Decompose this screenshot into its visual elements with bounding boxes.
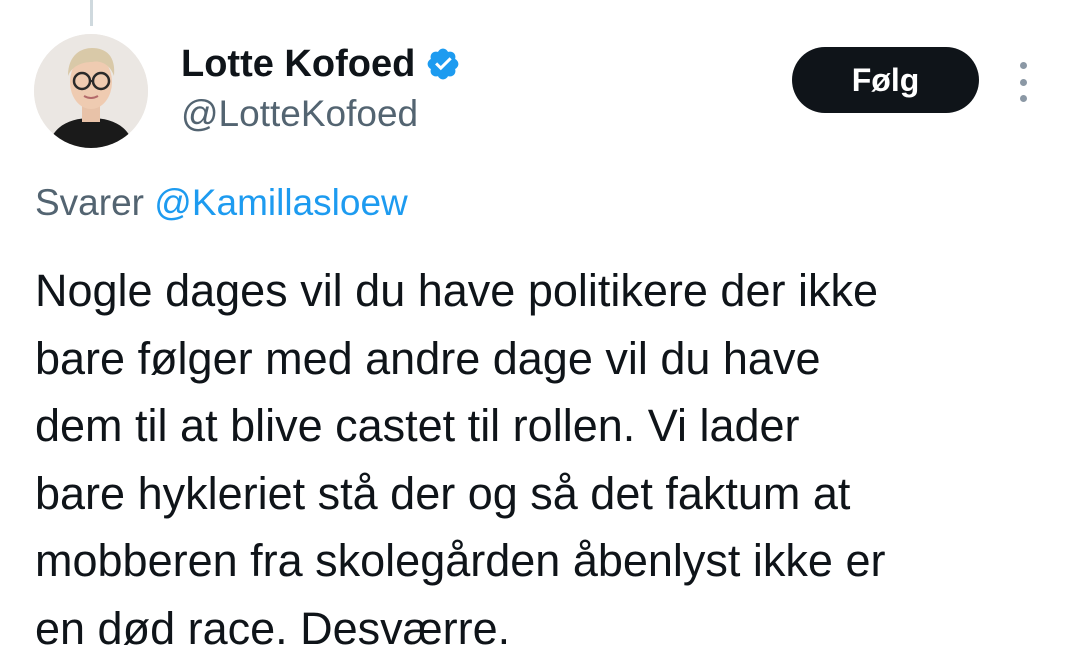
tweet-text-line: dem til at blive castet til rollen. Vi l… <box>35 400 800 451</box>
more-dot <box>1019 78 1027 86</box>
more-options-icon[interactable] <box>1008 62 1038 102</box>
replying-to-mention-link[interactable]: @Kamillasloew <box>154 182 407 223</box>
tweet-text-line: Nogle dages vil du have politikere der i… <box>35 265 878 316</box>
tweet-text-line: bare hykleriet stå der og så det faktum … <box>35 467 851 519</box>
follow-button[interactable]: Følg <box>792 47 979 113</box>
tweet-text: Nogle dages vil du have politikere der i… <box>35 257 1045 662</box>
more-dot <box>1019 62 1027 69</box>
thread-connector-line <box>90 0 93 26</box>
tweet-text-line: mobberen fra skolegården åbenlyst ikke e… <box>35 535 886 586</box>
more-dot <box>1019 95 1027 102</box>
tweet-text-line: bare følger med andre dage vil du have <box>35 332 821 384</box>
author-display-name[interactable]: Lotte Kofoed <box>181 41 461 87</box>
replying-to: Svarer @Kamillasloew <box>35 180 408 226</box>
author-name-text[interactable]: Lotte Kofoed <box>181 41 415 87</box>
avatar[interactable] <box>34 34 148 148</box>
replying-to-label: Svarer <box>35 182 144 223</box>
verified-badge-icon <box>425 46 461 82</box>
tweet-text-line: en død race. Desværre. <box>35 602 511 654</box>
avatar-photo <box>34 34 148 148</box>
author-handle[interactable]: @LotteKofoed <box>181 92 418 136</box>
